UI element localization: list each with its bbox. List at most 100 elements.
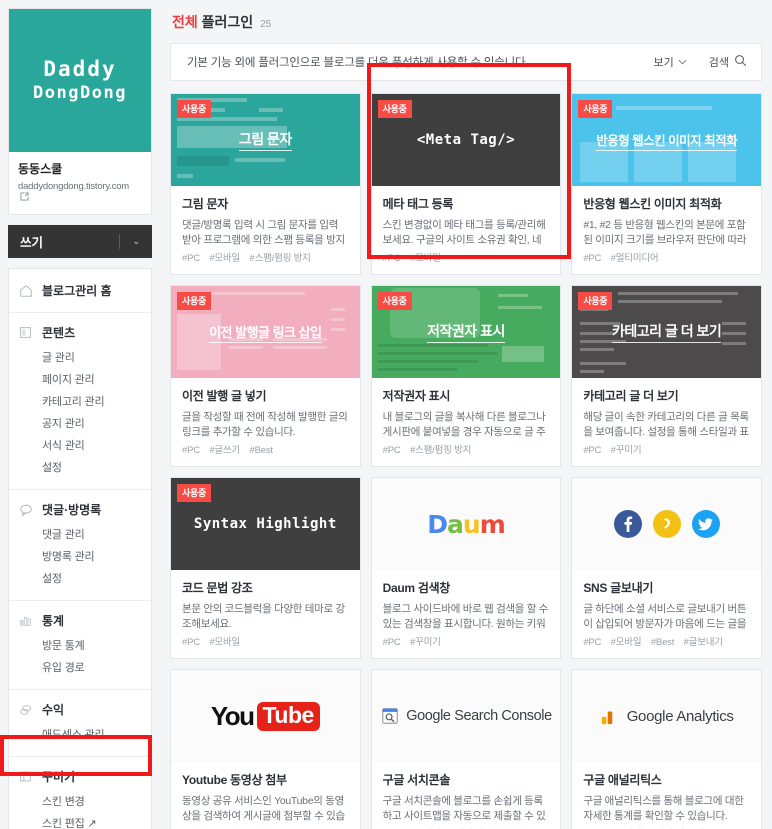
sidebar-subitem[interactable]: 글 관리 [9,346,151,368]
plugin-card-body: 반응형 웹스킨 이미지 최적화 #1, #2 등 반응형 웹스킨의 본문에 포함… [572,186,761,274]
thumbnail-caption: 저작권자 표시 [427,321,505,343]
sidebar-subitem[interactable]: 애드센스 관리 [9,723,151,745]
plugin-thumbnail: 사용중 <Meta Tag/> [371,94,561,186]
sidebar-home-head[interactable]: 블로그관리 홈 [9,282,151,299]
plugin-card[interactable]: Daum Daum 검색창 블로그 사이드바에 바로 웹 검색을 할 수 있는 … [370,477,562,659]
plugin-thumbnail: Daum [371,478,561,570]
plugin-description: #1, #2 등 반응형 웹스킨의 본문에 포함된 이미지 크기를 브라우저 판… [583,219,747,247]
plugin-card[interactable]: SNS 글보내기 글 하단에 소셜 서비스로 글보내기 버튼이 삽입되어 방문자… [571,477,762,659]
plugin-tag: #PC [382,637,401,648]
sidebar-subitem[interactable]: 스킨 편집 ↗ [9,812,151,829]
plugin-title: 코드 문법 강조 [182,581,253,595]
sidebar-subitem[interactable]: 페이지 관리 [9,368,151,390]
plugin-tag: #모바일 [209,637,241,648]
write-button-label: 쓰기 [20,236,44,250]
sidebar-item-contents[interactable]: 콘텐츠 [9,324,151,341]
status-badge: 사용중 [177,100,211,118]
sidebar-item-revenue[interactable]: 수익 [9,701,151,718]
daum-logo: Daum [427,509,506,539]
blog-url-row[interactable]: daddydongdong.tistory.com [18,181,142,204]
plugin-thumbnail: 사용중 이전 발행글 링크 삽입 [171,286,360,378]
plugin-tags: #PC #멀티미디어 [583,250,750,274]
plugin-card[interactable]: 사용중 Syntax Highlight 코드 문법 강조 본문 안의 코드블럭… [170,477,361,659]
plugin-title: 저작권자 표시 [382,389,451,403]
sidebar-group-revenue: 수익 애드센스 관리 [9,690,151,757]
layout-icon [19,770,36,783]
write-button-divider [119,234,121,249]
plugin-description: 내 블로그의 글을 복사해 다른 블로그나 게시판에 붙여넣을 경우 자동으로 … [382,411,546,439]
blog-profile-card[interactable]: Daddy DongDong 동동스쿨 daddydongdong.tistor… [8,8,152,215]
sidebar-subitem[interactable]: 유입 경로 [9,656,151,678]
plugin-title: 구글 애널리틱스 [583,773,662,787]
plugin-card-body: 메타 태그 등록 스킨 변경없이 메타 태그를 등록/관리해보세요. 구글의 사… [372,186,561,274]
plugin-manager-page: Daddy DongDong 동동스쿨 daddydongdong.tistor… [0,0,772,829]
plugin-thumbnail: 사용중 그림 문자 [171,94,360,186]
plugin-tag: #PC [583,637,602,648]
plugin-card[interactable]: 사용중 저작권자 표시 저작권자 표시 내 블로그의 글을 복사해 다른 블로그… [370,285,562,467]
plugin-tag: #PC [583,253,602,264]
search-button[interactable]: 검색 [709,54,747,70]
plugin-tag: #꾸미기 [610,445,642,456]
view-dropdown[interactable]: 보기 [654,54,687,70]
plugin-title: Youtube 동영상 첨부 [182,773,287,787]
plugin-title: SNS 글보내기 [583,581,654,595]
plugin-description: 글을 작성할 때 전에 작성해 발행한 글의 링크를 추가할 수 있습니다. [182,411,348,439]
plugin-tags: #PC #스팸/펌핑 방지 [383,442,550,466]
sidebar-subitem[interactable]: 댓글 관리 [9,523,151,545]
plugin-title: 구글 서치콘솔 [382,773,451,787]
plugin-card-body: 구글 서치콘솔 구글 서치콘솔에 블로그를 손쉽게 등록하고 사이트맵을 자동으… [372,762,561,829]
plugin-tags: #PC #모바일 [383,250,550,274]
status-badge: 사용중 [177,484,211,502]
plugin-tags: #PC #글쓰기 #Best [182,442,349,466]
plugin-card[interactable]: 사용중 카테고리 글 더 보기 카테고리 글 더 보기 해당 글이 속한 카테고… [571,285,762,467]
sidebar-item-stats[interactable]: 통계 [9,612,151,629]
plugin-title: Daum 검색창 [382,581,451,595]
sidebar-group-label: 수익 [42,703,65,717]
sidebar-subitem[interactable]: 서식 관리 [9,434,151,456]
plugin-card[interactable]: You Tube Youtube 동영상 첨부 동영상 공유 서비스인 YouTu… [170,669,361,829]
sidebar-subitem[interactable]: 스킨 변경 [9,790,151,812]
page-title-prefix: 전체 [172,14,198,30]
plugin-card[interactable]: 사용중 그림 문자 그림 문자 댓글/방명록 입력 시 그림 문자를 입력 받아… [170,93,361,275]
search-button-label: 검색 [708,57,729,69]
plugin-tag: #PC [382,253,401,264]
nav-block: 블로그관리 홈 콘텐츠 글 관리 페이지 관리 카테고리 관리 공지 관리 서식… [8,268,152,829]
external-link-icon [20,192,29,204]
sidebar-group-decorate: 꾸미기 스킨 변경 스킨 편집 ↗ 사이드바 메뉴 모바일 메뉴바/구독 설정 [9,757,151,829]
sidebar-item-comments[interactable]: 댓글·방명록 [9,501,151,518]
plugin-thumbnail [572,478,761,570]
plugin-card[interactable]: Google Analytics 구글 애널리틱스 구글 애널리틱스를 통해 블… [571,669,762,829]
blog-logo-line1: Daddy [43,57,117,82]
google-analytics-text: Google Analytics [626,707,734,725]
google-search-console-logo: Google Search Console [380,706,552,726]
sidebar-subitem[interactable]: 설정 [9,567,151,589]
plugin-title: 반응형 웹스킨 이미지 최적화 [583,197,722,211]
plugin-card[interactable]: 사용중 <Meta Tag/> 메타 태그 등록 스킨 변경없이 메타 태그를 … [370,93,562,275]
plugin-card-body: 이전 발행 글 넣기 글을 작성할 때 전에 작성해 발행한 글의 링크를 추가… [171,378,360,466]
chevron-down-icon[interactable]: ⌄ [132,236,140,247]
plugin-tag: #PC [583,445,602,456]
google-analytics-logo: Google Analytics [600,706,734,726]
plugin-card[interactable]: Google Search Console 구글 서치콘솔 구글 서치콘솔에 블… [370,669,562,829]
toolbar-description: 기본 기능 외에 플러그인으로 블로그를 더욱 풍성하게 사용할 수 있습니다. [187,57,529,69]
plugin-tag: #모바일 [610,637,642,648]
sidebar-subitem[interactable]: 설정 [9,456,151,478]
sidebar-item-decorate[interactable]: 꾸미기 [9,768,151,785]
plugin-tags: #PC #꾸미기 [383,634,550,658]
sidebar-subitem[interactable]: 카테고리 관리 [9,390,151,412]
sidebar-subitem[interactable]: 방문 통계 [9,634,151,656]
write-button[interactable]: 쓰기 ⌄ [8,225,152,258]
chevron-down-icon [678,58,687,67]
status-badge: 사용중 [377,292,412,310]
plugin-thumbnail: 사용중 Syntax Highlight [171,478,360,570]
sidebar-subitem[interactable]: 공지 관리 [9,412,151,434]
plugin-card[interactable]: 사용중 반응형 웹스킨 이미지 최적화 반응형 웹스킨 이미지 최적화 #1, … [571,93,762,275]
sidebar-subitem[interactable]: 방명록 관리 [9,545,151,567]
facebook-icon [613,510,642,538]
status-badge: 사용중 [578,292,613,310]
plugin-tags: #PC #꾸미기 [583,442,750,466]
plugin-tag: #스팸/펌핑 방지 [249,253,311,264]
plugin-card[interactable]: 사용중 이전 발행글 링크 삽입 이전 발행 글 넣기 글을 작성할 때 전에 … [170,285,361,467]
sidebar-item-home[interactable]: 블로그관리 홈 [9,269,151,313]
sidebar-group-label: 댓글·방명록 [42,503,102,517]
